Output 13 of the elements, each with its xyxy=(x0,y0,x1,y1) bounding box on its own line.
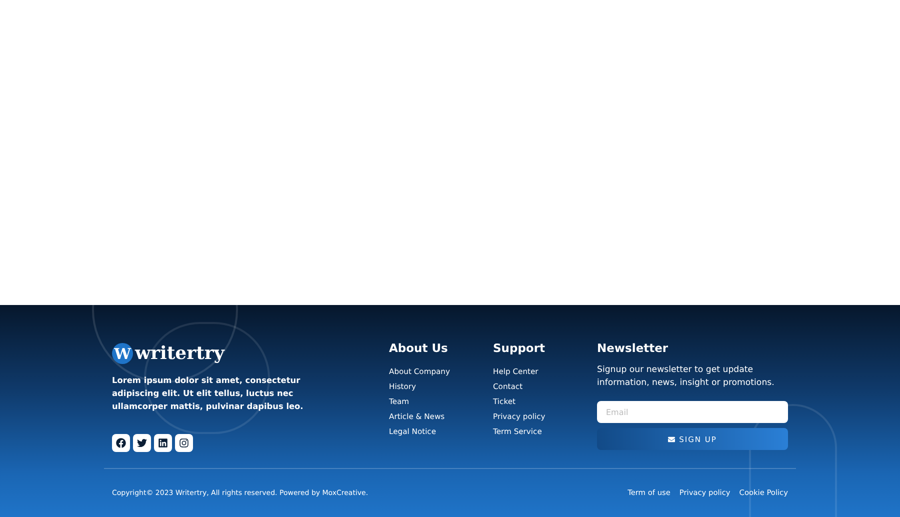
twitter-icon[interactable] xyxy=(133,434,151,452)
column-heading: Support xyxy=(493,341,546,355)
logo-mark: W xyxy=(112,343,133,364)
about-text: Lorem ipsum dolor sit amet, consectetur adipiscing elit. Ut elit tellus, luctus nec ullamcorper mattis, pulvinar dapibus leo. xyxy=(112,374,304,413)
column-heading: About Us xyxy=(389,341,449,355)
instagram-icon[interactable] xyxy=(175,434,193,452)
email-field[interactable]: Email xyxy=(597,401,788,423)
linkedin-icon[interactable] xyxy=(154,434,172,452)
newsletter-heading: Newsletter xyxy=(597,341,670,355)
facebook-icon[interactable] xyxy=(112,434,130,452)
envelope-icon xyxy=(668,436,676,442)
newsletter-text: Signup our newsletter to get update information, news, insight or promotions. xyxy=(597,364,776,390)
logo-wordmark: writertry xyxy=(135,343,224,364)
